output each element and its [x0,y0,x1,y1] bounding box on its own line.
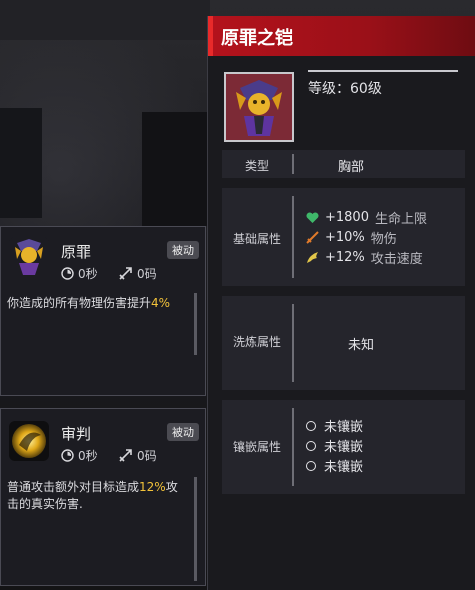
refine-attributes-label: 洗炼属性 [232,335,281,349]
empty-socket-icon [306,420,316,431]
range-icon [119,267,132,280]
desc-text: 普通攻击额外对目标造成 [7,480,140,494]
cooldown-stat: 0秒 [61,447,98,464]
socket-text: 未镶嵌 [324,420,364,435]
type-label: 类型 [244,159,269,173]
socket-text: 未镶嵌 [324,460,364,475]
type-value: 胸部 [338,160,365,175]
skill-description: 普通攻击额外对目标造成12%攻击的真实伤害. [7,479,187,513]
skill-name: 审判 [61,425,92,443]
desc-text: 你造成的所有物理伤害提升 [7,296,152,310]
armor-icon [224,72,294,142]
socket-slot-2: 未镶嵌 [306,436,363,455]
range-stat: 0码 [119,265,157,282]
background-doorway [142,112,208,226]
sword-icon [306,231,319,244]
row-separator [292,408,294,486]
attr-attack-speed: +12% 攻击速度 [306,248,423,267]
scrollbar[interactable] [194,477,197,581]
judgment-skill-icon [9,421,49,461]
item-tooltip: 原罪之铠 等级：60级 类型 胸部 基础属性 +1800 生命上限 +10% 物伤 … [207,16,475,590]
socket-slot-1: 未镶嵌 [306,416,363,435]
socket-attributes-row: 镶嵌属性 未镶嵌 未镶嵌 未镶嵌 [222,400,465,494]
row-separator [292,196,294,278]
skill-card-judgment[interactable]: 审判 被动 0秒 0码 普通攻击额外对目标造成12%攻击的真实伤害. [0,408,206,586]
attr-name: 生命上限 [374,212,427,227]
heart-icon [306,211,319,223]
background-pillar [0,108,42,218]
range-value: 0码 [137,267,157,281]
attr-value: +10% [325,230,365,245]
type-row: 类型 胸部 [222,150,465,178]
range-stat: 0码 [119,447,157,464]
range-icon [119,449,132,462]
row-separator [292,154,294,174]
socket-slot-3: 未镶嵌 [306,456,363,475]
cooldown-value: 0秒 [78,267,98,281]
cooldown-value: 0秒 [78,449,98,463]
background-wall [0,0,210,40]
base-attributes-label: 基础属性 [232,232,281,246]
skill-card-original-sin[interactable]: 原罪 被动 0秒 0码 你造成的所有物理伤害提升4% [0,226,206,396]
original-sin-skill-icon [9,237,49,277]
scrollbar[interactable] [194,293,197,355]
attr-name: 物伤 [370,232,397,247]
empty-socket-icon [306,460,316,471]
desc-highlight: 12% [139,480,166,494]
skill-name: 原罪 [61,243,92,261]
wing-icon [307,252,318,263]
row-separator [292,304,294,382]
cooldown-icon [61,449,74,462]
item-level: 等级：60级 [308,81,382,97]
range-value: 0码 [137,449,157,463]
attr-value: +12% [325,250,365,265]
attr-name: 攻击速度 [370,252,423,267]
title-accent [208,16,213,56]
item-title: 原罪之铠 [221,28,293,49]
refine-value: 未知 [348,338,375,353]
skill-description: 你造成的所有物理伤害提升4% [7,295,187,312]
passive-badge: 被动 [167,241,199,259]
level-divider [308,70,458,72]
passive-badge: 被动 [167,423,199,441]
item-title-bar: 原罪之铠 [208,16,475,56]
socket-text: 未镶嵌 [324,440,364,455]
attr-health: +1800 生命上限 [306,208,427,227]
cooldown-stat: 0秒 [61,265,98,282]
attr-physical-damage: +10% 物伤 [306,228,397,247]
empty-socket-icon [306,440,316,451]
refine-attributes-row: 洗炼属性 未知 [222,296,465,390]
attr-value: +1800 [325,210,369,225]
base-attributes-row: 基础属性 +1800 生命上限 +10% 物伤 +12% 攻击速度 [222,188,465,286]
desc-highlight: 4% [151,296,171,310]
socket-attributes-label: 镶嵌属性 [232,440,281,454]
cooldown-icon [61,267,74,280]
